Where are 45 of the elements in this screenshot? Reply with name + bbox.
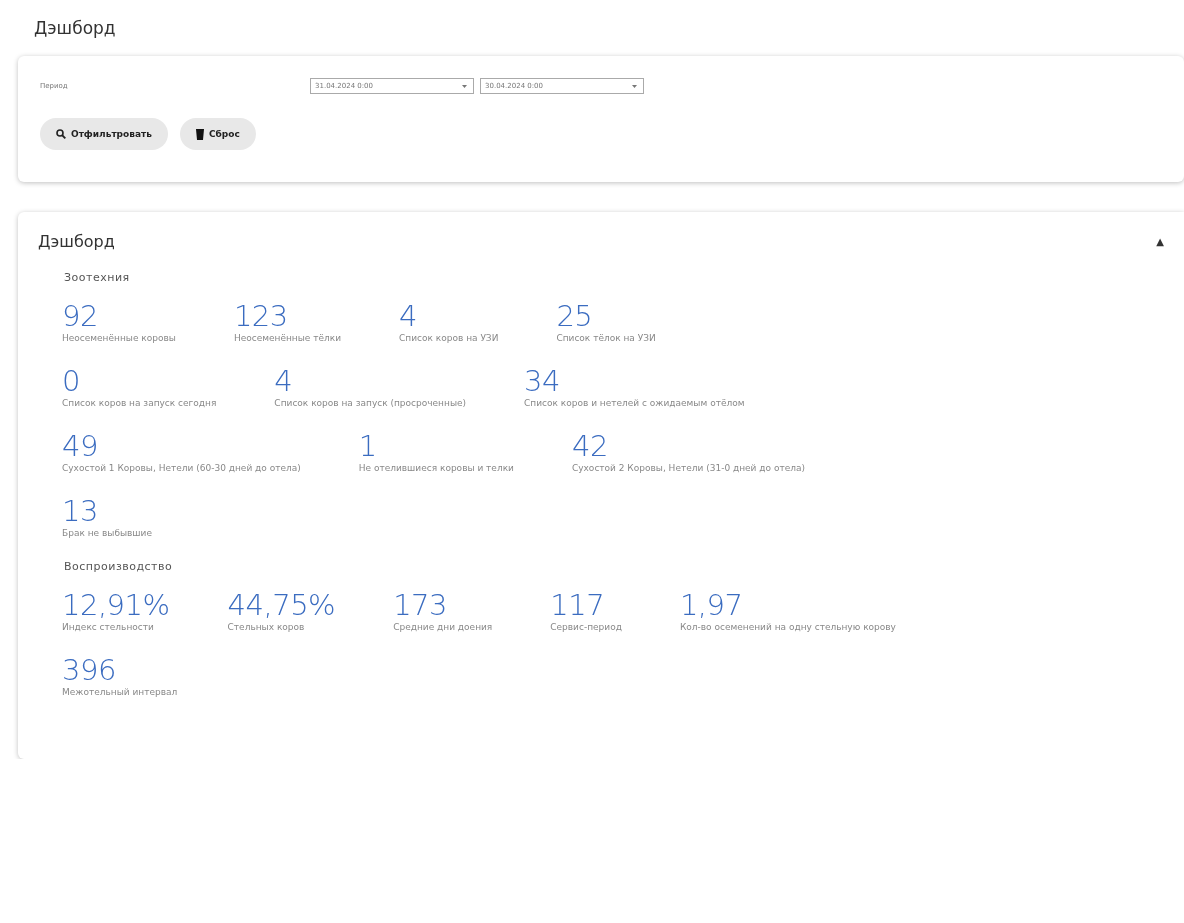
metric-value[interactable]: 0 — [62, 365, 217, 397]
search-icon — [56, 129, 66, 139]
metric-label: Стельных коров — [227, 621, 306, 634]
metric-value[interactable]: 34 — [524, 365, 745, 397]
metric-label: Список коров на запуск (просроченные) — [274, 397, 467, 410]
metric-value[interactable]: 12,91% — [62, 589, 170, 621]
trash-icon — [195, 128, 204, 140]
metric-value[interactable]: 117 — [550, 589, 622, 621]
metric-value[interactable]: 1,97 — [679, 589, 896, 621]
dropdown-arrow-icon — [462, 84, 467, 88]
metric-label: Список коров на УЗИ — [399, 332, 499, 345]
metric-label: Сервис-период — [550, 621, 622, 634]
metric-value[interactable]: 92 — [62, 300, 176, 332]
card-title: Дэшборд — [38, 232, 115, 251]
metric-value[interactable]: 49 — [62, 430, 301, 462]
metric-value[interactable]: 13 — [62, 495, 152, 527]
metric-value[interactable]: 4 — [274, 365, 467, 397]
metric-label: Средние дни доения — [393, 621, 493, 634]
metric-label: Брак не выбывшие — [62, 527, 152, 540]
metric-label: Список коров на запуск сегодня — [62, 397, 217, 410]
metric-label: Неосеменённые коровы — [62, 332, 176, 345]
metric-value[interactable]: 123 — [233, 300, 342, 332]
section-title: Воспроизводство — [64, 560, 174, 573]
dropdown-arrow-icon — [632, 84, 637, 88]
metric-label: Сухостой 2 Коровы, Нетели (31-0 дней до отела) — [571, 462, 805, 475]
metric-value[interactable]: 396 — [62, 654, 178, 686]
metric-value[interactable]: 25 — [556, 300, 656, 332]
metric-label: Список тёлок на УЗИ — [556, 332, 656, 345]
metric-value[interactable]: 44,75% — [227, 589, 336, 621]
metric-label: Неосеменённые тёлки — [233, 332, 342, 345]
collapse-toggle[interactable]: ▲ — [1156, 236, 1164, 247]
metric-label: Межотельный интервал — [62, 686, 178, 699]
metric-label: Сухостой 1 Коровы, Нетели (60-30 дней до отела) — [62, 462, 301, 475]
metric-label: Список коров и нетелей с ожидаемым отёлом — [524, 397, 745, 410]
metric-label: Кол-во осеменений на одну стельную корову — [679, 621, 896, 634]
metric-value[interactable]: 4 — [399, 300, 499, 332]
metric-value[interactable]: 42 — [571, 430, 805, 462]
metric-label: Индекс стельности — [62, 621, 155, 634]
metric-value[interactable]: 1 — [358, 430, 514, 462]
filter-button[interactable]: Отфильтровать — [40, 118, 168, 150]
page-title: Дэшборд — [33, 18, 117, 40]
reset-button[interactable]: Сброс — [179, 118, 256, 150]
metric-label: Не отелившиеся коровы и телки — [358, 462, 514, 475]
metric-value[interactable]: 173 — [393, 589, 493, 621]
section-title: Зоотехния — [64, 271, 131, 284]
